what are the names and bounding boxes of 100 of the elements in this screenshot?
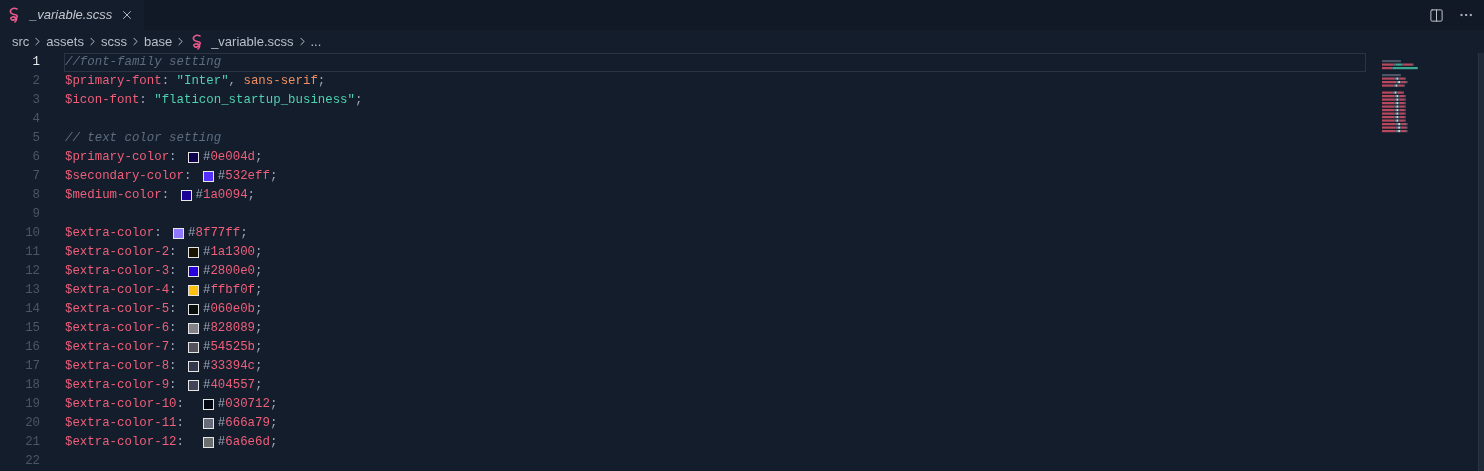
string-literal: "Inter" bbox=[176, 73, 229, 90]
punctuation: : bbox=[169, 282, 178, 299]
color-swatch[interactable] bbox=[188, 266, 199, 277]
punctuation: ; bbox=[255, 282, 263, 299]
hex-value: ffbf0f bbox=[210, 282, 256, 299]
breadcrumb-item[interactable]: src bbox=[12, 31, 30, 52]
hex-value: 54525b bbox=[210, 339, 256, 356]
punctuation: , bbox=[228, 73, 238, 90]
punctuation: : bbox=[161, 187, 171, 204]
breadcrumb-item[interactable]: assets bbox=[46, 31, 84, 52]
color-swatch[interactable] bbox=[188, 323, 199, 334]
line-number: 4 bbox=[31, 111, 40, 128]
variable-name: $secondary-color bbox=[65, 168, 184, 185]
punctuation: : bbox=[176, 434, 185, 451]
hex-value: 666a79 bbox=[225, 415, 270, 432]
hex-value: 1a0094 bbox=[203, 187, 248, 204]
punctuation: # bbox=[203, 149, 211, 166]
punctuation: # bbox=[217, 434, 226, 451]
punctuation: ; bbox=[255, 377, 263, 394]
punctuation: # bbox=[203, 377, 211, 394]
breadcrumb-item[interactable]: ... bbox=[310, 31, 322, 52]
punctuation: : bbox=[176, 415, 185, 432]
punctuation: ; bbox=[255, 149, 263, 166]
punctuation: ; bbox=[255, 358, 263, 375]
color-swatch[interactable] bbox=[188, 361, 199, 372]
color-swatch[interactable] bbox=[188, 152, 199, 163]
line-number: 3 bbox=[31, 92, 40, 109]
color-swatch[interactable] bbox=[202, 171, 214, 182]
hex-value: 0e004d bbox=[210, 149, 256, 166]
hex-value: 1a1300 bbox=[210, 244, 256, 261]
breadcrumb-item[interactable]: scss bbox=[100, 31, 127, 52]
punctuation: ; bbox=[255, 320, 263, 337]
color-swatch[interactable] bbox=[202, 437, 214, 448]
punctuation: : bbox=[169, 320, 178, 337]
punctuation: : bbox=[161, 73, 171, 90]
color-swatch[interactable] bbox=[188, 380, 199, 391]
hex-value: 8f77ff bbox=[195, 225, 241, 242]
punctuation: ; bbox=[247, 187, 256, 204]
line-number: 22 bbox=[24, 453, 40, 470]
code-comment: //font-family setting bbox=[65, 54, 222, 71]
punctuation: # bbox=[217, 168, 226, 185]
variable-name: $extra-color-8 bbox=[65, 358, 170, 375]
line-number: 1 bbox=[31, 54, 40, 71]
code-comment: // text color setting bbox=[65, 130, 222, 147]
line-number: 20 bbox=[24, 415, 40, 432]
breadcrumb-item[interactable]: base bbox=[143, 31, 173, 52]
punctuation: ; bbox=[255, 244, 263, 261]
color-swatch[interactable] bbox=[188, 285, 199, 296]
keyword: sans-serif bbox=[243, 73, 318, 90]
line-number: 12 bbox=[24, 263, 40, 280]
breadcrumb-item[interactable]: _variable.scss bbox=[211, 31, 294, 52]
variable-name: $extra-color-11 bbox=[65, 415, 177, 432]
split-editor-icon[interactable] bbox=[1429, 7, 1444, 23]
hex-value: 404557 bbox=[210, 377, 256, 394]
line-number: 9 bbox=[31, 206, 40, 223]
color-swatch[interactable] bbox=[188, 247, 199, 258]
color-swatch[interactable] bbox=[188, 342, 199, 353]
punctuation: # bbox=[203, 282, 211, 299]
line-number: 13 bbox=[24, 282, 40, 299]
punctuation: # bbox=[203, 263, 211, 280]
variable-name: $extra-color-3 bbox=[65, 263, 170, 280]
variable-name: $extra-color-9 bbox=[65, 377, 170, 394]
color-swatch[interactable] bbox=[202, 418, 214, 429]
variable-name: $icon-font bbox=[65, 92, 140, 109]
hex-value: 030712 bbox=[225, 396, 270, 413]
punctuation: ; bbox=[269, 434, 278, 451]
line-number: 5 bbox=[31, 130, 40, 147]
variable-name: $primary-font bbox=[65, 73, 162, 90]
line-number: 18 bbox=[24, 377, 40, 394]
punctuation: ; bbox=[255, 339, 263, 356]
punctuation: # bbox=[203, 358, 211, 375]
punctuation: # bbox=[217, 415, 226, 432]
punctuation: ; bbox=[317, 73, 326, 90]
punctuation: ; bbox=[255, 263, 263, 280]
color-swatch[interactable] bbox=[188, 304, 199, 315]
punctuation: ; bbox=[255, 301, 263, 318]
punctuation: : bbox=[169, 339, 178, 356]
line-number: 17 bbox=[24, 358, 40, 375]
line-number: 2 bbox=[31, 73, 40, 90]
line-number: 19 bbox=[24, 396, 40, 413]
line-number: 6 bbox=[31, 149, 40, 166]
color-swatch[interactable] bbox=[202, 399, 214, 410]
punctuation: : bbox=[169, 301, 178, 318]
variable-name: $extra-color-12 bbox=[65, 434, 177, 451]
color-swatch[interactable] bbox=[173, 228, 185, 239]
punctuation: # bbox=[203, 320, 211, 337]
color-swatch[interactable] bbox=[180, 190, 192, 201]
scrollbar[interactable] bbox=[1478, 53, 1484, 471]
hex-value: 2800e0 bbox=[210, 263, 256, 280]
hex-value: 060e0b bbox=[210, 301, 256, 318]
variable-name: $extra-color-10 bbox=[65, 396, 177, 413]
line-number: 10 bbox=[24, 225, 40, 242]
punctuation: ; bbox=[269, 415, 278, 432]
punctuation: ; bbox=[240, 225, 248, 242]
punctuation: : bbox=[169, 263, 178, 280]
editor-tab[interactable]: _variable.scss bbox=[0, 0, 145, 30]
punctuation: # bbox=[203, 301, 211, 318]
punctuation: ; bbox=[269, 168, 278, 185]
line-number: 7 bbox=[31, 168, 40, 185]
variable-name: $extra-color-4 bbox=[65, 282, 170, 299]
